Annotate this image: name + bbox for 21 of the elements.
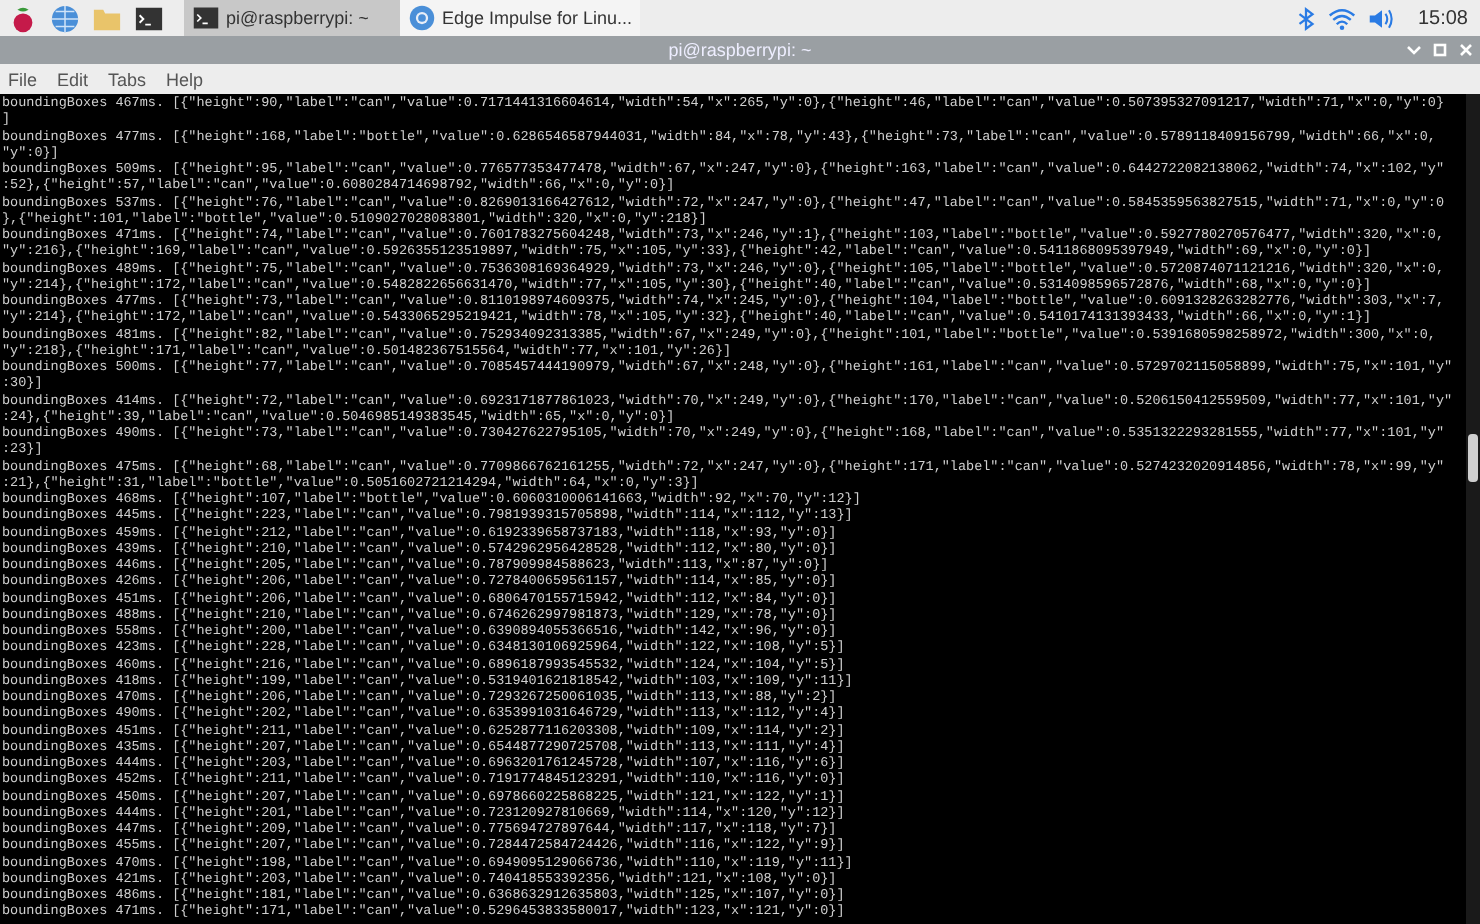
raspberry-icon[interactable] bbox=[8, 3, 38, 33]
close-icon[interactable] bbox=[1458, 42, 1474, 58]
menu-item[interactable]: Tabs bbox=[108, 69, 147, 89]
chevron-down-icon[interactable] bbox=[1406, 42, 1422, 58]
menu-item[interactable]: Edit bbox=[57, 69, 89, 89]
terminal-icon[interactable] bbox=[134, 3, 164, 33]
taskbar-button[interactable]: pi@raspberrypi: ~ bbox=[184, 0, 400, 36]
bluetooth-icon[interactable] bbox=[1295, 5, 1316, 31]
taskbar-button[interactable]: Edge Impulse for Linu... bbox=[400, 0, 641, 36]
menu-item[interactable]: Help bbox=[166, 69, 204, 89]
browser-icon bbox=[408, 4, 436, 32]
clock: 15:08 bbox=[1417, 7, 1468, 29]
scrollbar[interactable] bbox=[1466, 94, 1480, 924]
scrollbar-thumb[interactable] bbox=[1468, 434, 1478, 482]
window-title: pi@raspberrypi: ~ bbox=[668, 40, 812, 60]
terminal-icon bbox=[192, 4, 220, 32]
menu-item[interactable]: File bbox=[8, 69, 38, 89]
speaker-icon[interactable] bbox=[1367, 5, 1396, 31]
wifi-icon[interactable] bbox=[1327, 5, 1356, 31]
globe-icon[interactable] bbox=[50, 3, 80, 33]
maximize-icon[interactable] bbox=[1432, 42, 1448, 58]
